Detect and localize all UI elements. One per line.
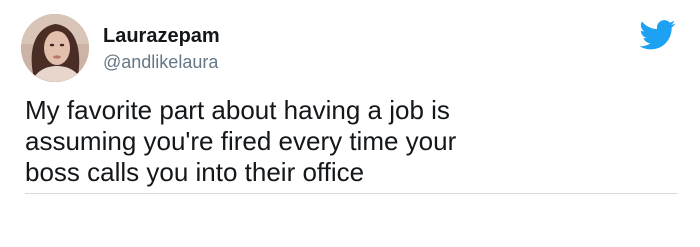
- tweet-text: My favorite part about having a job is a…: [25, 95, 665, 188]
- tweet-author: Laurazepam @andlikelaura: [103, 24, 220, 73]
- divider: [25, 193, 678, 194]
- tweet-text-line: My favorite part about having a job is: [25, 95, 450, 125]
- author-display-name[interactable]: Laurazepam: [103, 24, 220, 48]
- tweet-text-line: assuming you're fired every time your: [25, 126, 457, 156]
- tweet-card: Laurazepam @andlikelaura My favorite par…: [0, 0, 700, 247]
- profile-photo-icon: [21, 14, 89, 82]
- twitter-bird-icon[interactable]: [640, 20, 676, 50]
- author-handle[interactable]: @andlikelaura: [103, 51, 220, 73]
- tweet-text-line: boss calls you into their office: [25, 157, 365, 187]
- avatar[interactable]: [21, 14, 89, 82]
